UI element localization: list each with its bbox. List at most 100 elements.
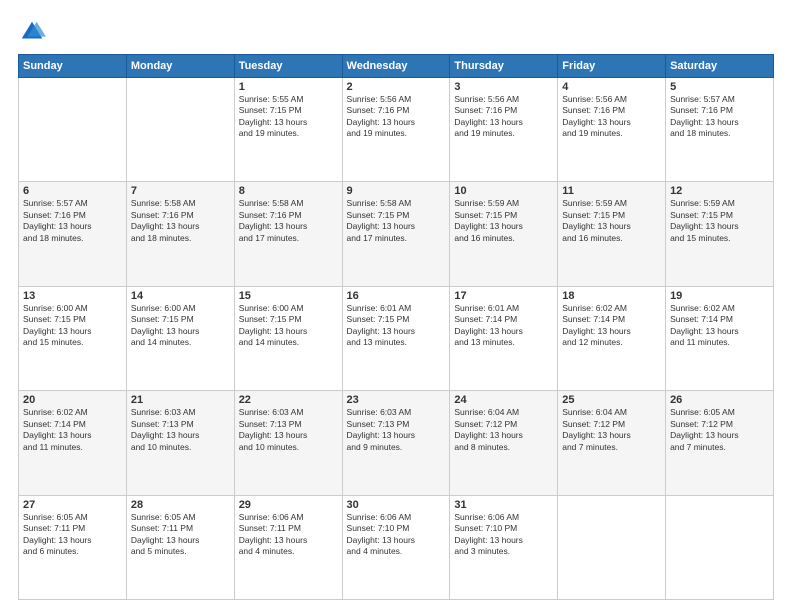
day-info: Sunrise: 5:56 AM Sunset: 7:16 PM Dayligh… [347,94,446,140]
day-number: 15 [239,290,338,302]
calendar-cell [558,495,666,599]
day-number: 25 [562,394,661,406]
day-number: 7 [131,185,230,197]
day-number: 14 [131,290,230,302]
day-number: 28 [131,499,230,511]
weekday-header-tuesday: Tuesday [234,55,342,78]
day-number: 3 [454,81,553,93]
header [18,18,774,46]
calendar-cell [19,78,127,182]
week-row-3: 13Sunrise: 6:00 AM Sunset: 7:15 PM Dayli… [19,286,774,390]
day-number: 24 [454,394,553,406]
calendar-cell: 6Sunrise: 5:57 AM Sunset: 7:16 PM Daylig… [19,182,127,286]
calendar-cell: 12Sunrise: 5:59 AM Sunset: 7:15 PM Dayli… [666,182,774,286]
day-info: Sunrise: 6:03 AM Sunset: 7:13 PM Dayligh… [347,407,446,453]
logo [18,18,50,46]
day-number: 30 [347,499,446,511]
calendar-cell: 1Sunrise: 5:55 AM Sunset: 7:15 PM Daylig… [234,78,342,182]
calendar-table: SundayMondayTuesdayWednesdayThursdayFrid… [18,54,774,600]
calendar-cell: 21Sunrise: 6:03 AM Sunset: 7:13 PM Dayli… [126,391,234,495]
calendar-cell: 7Sunrise: 5:58 AM Sunset: 7:16 PM Daylig… [126,182,234,286]
day-info: Sunrise: 5:59 AM Sunset: 7:15 PM Dayligh… [670,198,769,244]
calendar-cell: 15Sunrise: 6:00 AM Sunset: 7:15 PM Dayli… [234,286,342,390]
day-info: Sunrise: 5:57 AM Sunset: 7:16 PM Dayligh… [23,198,122,244]
day-number: 5 [670,81,769,93]
day-number: 16 [347,290,446,302]
calendar-cell [126,78,234,182]
day-info: Sunrise: 6:06 AM Sunset: 7:10 PM Dayligh… [347,512,446,558]
calendar-cell: 11Sunrise: 5:59 AM Sunset: 7:15 PM Dayli… [558,182,666,286]
day-info: Sunrise: 5:55 AM Sunset: 7:15 PM Dayligh… [239,94,338,140]
week-row-2: 6Sunrise: 5:57 AM Sunset: 7:16 PM Daylig… [19,182,774,286]
calendar-cell: 9Sunrise: 5:58 AM Sunset: 7:15 PM Daylig… [342,182,450,286]
day-number: 2 [347,81,446,93]
weekday-header-saturday: Saturday [666,55,774,78]
day-number: 8 [239,185,338,197]
day-info: Sunrise: 5:56 AM Sunset: 7:16 PM Dayligh… [562,94,661,140]
weekday-header-wednesday: Wednesday [342,55,450,78]
day-info: Sunrise: 5:58 AM Sunset: 7:16 PM Dayligh… [239,198,338,244]
day-number: 11 [562,185,661,197]
week-row-4: 20Sunrise: 6:02 AM Sunset: 7:14 PM Dayli… [19,391,774,495]
weekday-header-friday: Friday [558,55,666,78]
day-info: Sunrise: 6:05 AM Sunset: 7:12 PM Dayligh… [670,407,769,453]
day-info: Sunrise: 5:57 AM Sunset: 7:16 PM Dayligh… [670,94,769,140]
calendar-cell: 10Sunrise: 5:59 AM Sunset: 7:15 PM Dayli… [450,182,558,286]
calendar-cell: 22Sunrise: 6:03 AM Sunset: 7:13 PM Dayli… [234,391,342,495]
day-number: 18 [562,290,661,302]
day-number: 20 [23,394,122,406]
calendar-cell: 8Sunrise: 5:58 AM Sunset: 7:16 PM Daylig… [234,182,342,286]
day-number: 13 [23,290,122,302]
day-info: Sunrise: 5:59 AM Sunset: 7:15 PM Dayligh… [454,198,553,244]
day-number: 23 [347,394,446,406]
day-info: Sunrise: 5:56 AM Sunset: 7:16 PM Dayligh… [454,94,553,140]
calendar-cell: 23Sunrise: 6:03 AM Sunset: 7:13 PM Dayli… [342,391,450,495]
day-number: 26 [670,394,769,406]
day-number: 21 [131,394,230,406]
calendar-cell: 5Sunrise: 5:57 AM Sunset: 7:16 PM Daylig… [666,78,774,182]
day-info: Sunrise: 6:05 AM Sunset: 7:11 PM Dayligh… [23,512,122,558]
calendar-cell: 27Sunrise: 6:05 AM Sunset: 7:11 PM Dayli… [19,495,127,599]
calendar-cell: 19Sunrise: 6:02 AM Sunset: 7:14 PM Dayli… [666,286,774,390]
calendar-cell: 29Sunrise: 6:06 AM Sunset: 7:11 PM Dayli… [234,495,342,599]
calendar-cell: 17Sunrise: 6:01 AM Sunset: 7:14 PM Dayli… [450,286,558,390]
day-info: Sunrise: 6:03 AM Sunset: 7:13 PM Dayligh… [131,407,230,453]
day-number: 19 [670,290,769,302]
calendar-cell [666,495,774,599]
calendar-cell: 25Sunrise: 6:04 AM Sunset: 7:12 PM Dayli… [558,391,666,495]
logo-icon [18,18,46,46]
calendar-cell: 20Sunrise: 6:02 AM Sunset: 7:14 PM Dayli… [19,391,127,495]
day-info: Sunrise: 6:04 AM Sunset: 7:12 PM Dayligh… [562,407,661,453]
day-number: 9 [347,185,446,197]
day-info: Sunrise: 6:04 AM Sunset: 7:12 PM Dayligh… [454,407,553,453]
calendar-cell: 18Sunrise: 6:02 AM Sunset: 7:14 PM Dayli… [558,286,666,390]
calendar-cell: 31Sunrise: 6:06 AM Sunset: 7:10 PM Dayli… [450,495,558,599]
calendar-cell: 14Sunrise: 6:00 AM Sunset: 7:15 PM Dayli… [126,286,234,390]
week-row-5: 27Sunrise: 6:05 AM Sunset: 7:11 PM Dayli… [19,495,774,599]
day-number: 1 [239,81,338,93]
calendar-cell: 4Sunrise: 5:56 AM Sunset: 7:16 PM Daylig… [558,78,666,182]
day-info: Sunrise: 6:02 AM Sunset: 7:14 PM Dayligh… [670,303,769,349]
day-number: 29 [239,499,338,511]
weekday-header-thursday: Thursday [450,55,558,78]
day-info: Sunrise: 6:02 AM Sunset: 7:14 PM Dayligh… [562,303,661,349]
calendar-cell: 26Sunrise: 6:05 AM Sunset: 7:12 PM Dayli… [666,391,774,495]
day-info: Sunrise: 6:03 AM Sunset: 7:13 PM Dayligh… [239,407,338,453]
day-info: Sunrise: 6:01 AM Sunset: 7:15 PM Dayligh… [347,303,446,349]
weekday-header-row: SundayMondayTuesdayWednesdayThursdayFrid… [19,55,774,78]
day-info: Sunrise: 6:05 AM Sunset: 7:11 PM Dayligh… [131,512,230,558]
calendar-cell: 30Sunrise: 6:06 AM Sunset: 7:10 PM Dayli… [342,495,450,599]
day-info: Sunrise: 6:00 AM Sunset: 7:15 PM Dayligh… [239,303,338,349]
day-number: 31 [454,499,553,511]
calendar-cell: 24Sunrise: 6:04 AM Sunset: 7:12 PM Dayli… [450,391,558,495]
day-info: Sunrise: 5:58 AM Sunset: 7:16 PM Dayligh… [131,198,230,244]
day-info: Sunrise: 6:01 AM Sunset: 7:14 PM Dayligh… [454,303,553,349]
day-info: Sunrise: 6:00 AM Sunset: 7:15 PM Dayligh… [23,303,122,349]
day-number: 27 [23,499,122,511]
day-info: Sunrise: 6:06 AM Sunset: 7:11 PM Dayligh… [239,512,338,558]
day-info: Sunrise: 5:59 AM Sunset: 7:15 PM Dayligh… [562,198,661,244]
day-info: Sunrise: 6:02 AM Sunset: 7:14 PM Dayligh… [23,407,122,453]
day-number: 6 [23,185,122,197]
day-info: Sunrise: 5:58 AM Sunset: 7:15 PM Dayligh… [347,198,446,244]
calendar-cell: 16Sunrise: 6:01 AM Sunset: 7:15 PM Dayli… [342,286,450,390]
